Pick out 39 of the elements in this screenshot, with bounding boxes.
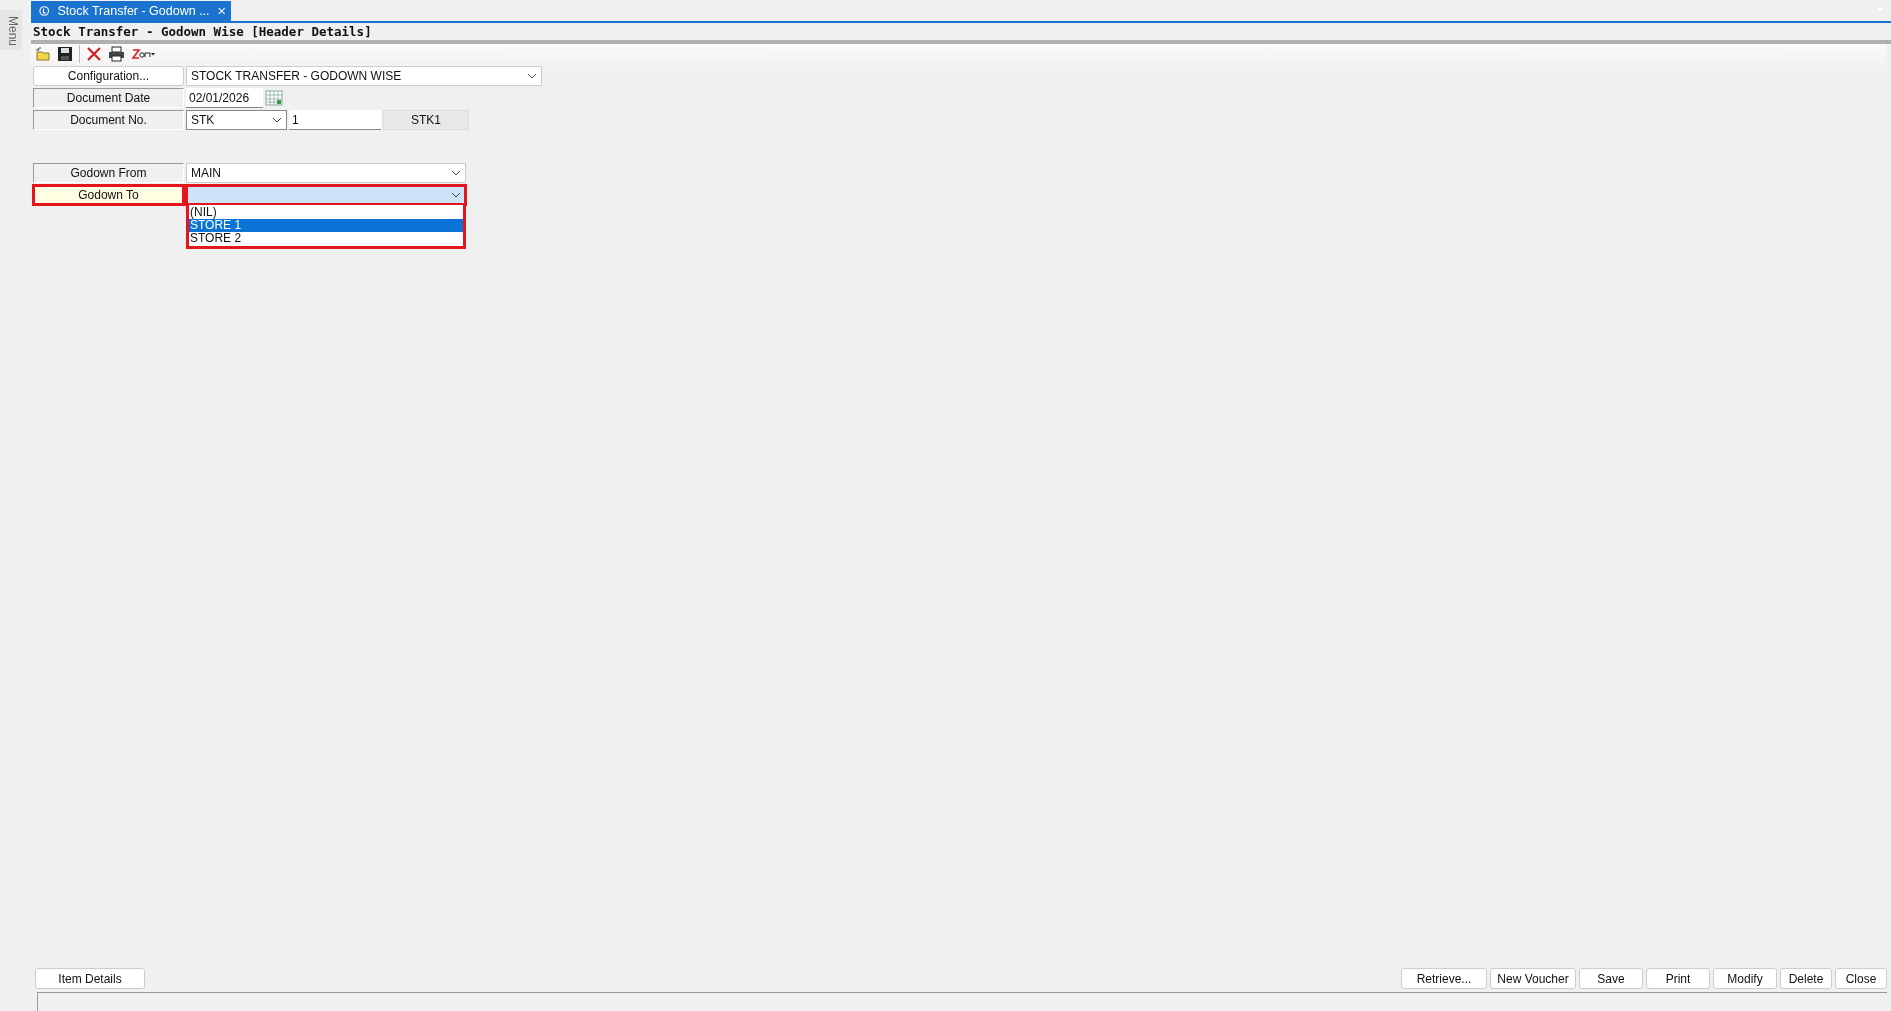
chevron-icon[interactable] [451, 192, 461, 198]
tab-title: Stock Transfer - Godown ... [57, 4, 210, 18]
action-button[interactable]: Print [1646, 968, 1710, 989]
side-menu-tab[interactable]: Menu [0, 10, 22, 51]
chevron-icon[interactable] [272, 117, 282, 123]
dropdown-option[interactable]: (NIL) [189, 206, 463, 219]
logo-icon [39, 4, 50, 18]
field-label: Godown From [33, 163, 184, 183]
document-tab[interactable]: Stock Transfer - Godown ... [31, 1, 231, 21]
item-details-button[interactable]: Item Details [35, 968, 145, 989]
godown-dropdown[interactable]: MAIN [186, 163, 466, 183]
action-button[interactable]: Delete [1780, 968, 1832, 989]
field-label: Document No. [33, 110, 184, 130]
action-button[interactable]: Save [1579, 968, 1643, 989]
chevron-icon[interactable] [527, 73, 537, 79]
field-label: Godown To [33, 185, 184, 205]
number-field[interactable]: 1 [289, 110, 381, 130]
series-dropdown[interactable]: STK [186, 110, 287, 130]
godown-dropdown[interactable] [186, 185, 466, 205]
form-title: Stock Transfer - Godown Wise [Header Details] [33, 24, 372, 39]
configuration-button[interactable]: Configuration... [33, 66, 184, 86]
configuration-dropdown[interactable]: STOCK TRANSFER - GODOWN WISE [186, 66, 542, 86]
action-button[interactable]: Close [1835, 968, 1887, 989]
delete-icon[interactable] [86, 46, 102, 62]
action-button[interactable]: Retrieve... [1401, 968, 1487, 989]
new-folder-icon[interactable] [35, 46, 51, 62]
zoom-icon[interactable] [131, 46, 155, 62]
action-button[interactable]: New Voucher [1490, 968, 1576, 989]
dropdown-option[interactable]: STORE 2 [189, 232, 463, 245]
chevron-icon[interactable] [451, 170, 461, 176]
calendar-icon[interactable] [265, 89, 283, 107]
date-field[interactable]: 02/01/2026 [186, 88, 263, 108]
action-button[interactable]: Modify [1713, 968, 1777, 989]
document-code: STK1 [383, 110, 469, 130]
field-label: Document Date [33, 88, 184, 108]
dropdown-option[interactable]: STORE 1 [189, 219, 463, 232]
close-icon[interactable] [217, 6, 225, 16]
save-icon[interactable] [57, 46, 73, 62]
print-icon[interactable] [108, 46, 125, 62]
